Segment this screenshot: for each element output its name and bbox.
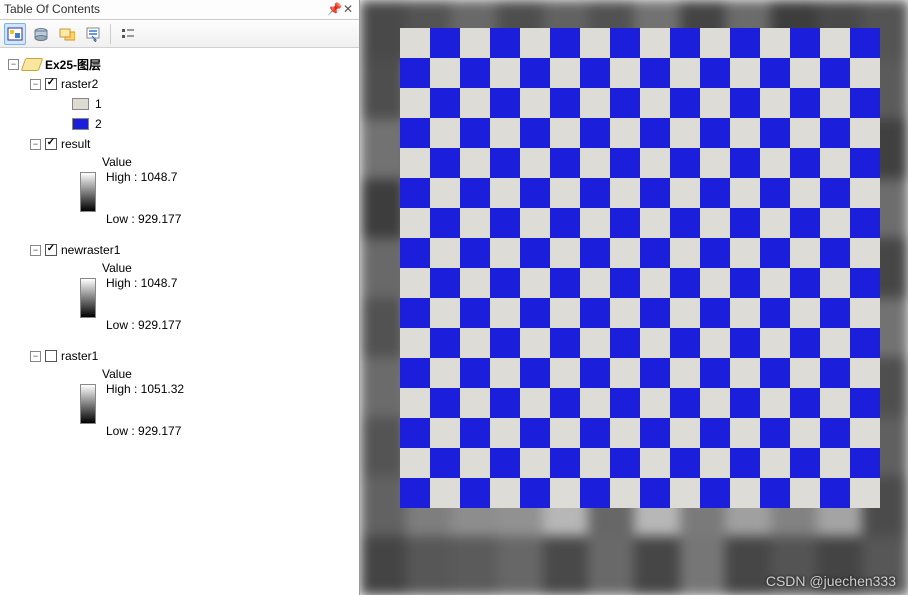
expand-toggle[interactable]: − (8, 59, 19, 70)
list-by-selection-button[interactable] (82, 23, 104, 45)
layer-name[interactable]: raster2 (61, 77, 98, 91)
stretch-low: Low : 929.177 (106, 424, 184, 438)
map-raster-checker (400, 28, 880, 508)
expand-toggle[interactable]: − (30, 351, 41, 362)
class-swatch (72, 98, 89, 110)
expand-toggle[interactable]: − (30, 139, 41, 150)
options-button[interactable] (117, 23, 139, 45)
dataframe-icon (23, 57, 41, 71)
class-label: 1 (95, 97, 102, 111)
list-by-drawing-order-button[interactable] (4, 23, 26, 45)
value-heading: Value (102, 155, 132, 169)
class-swatch (72, 118, 89, 130)
stretch-low: Low : 929.177 (106, 212, 181, 226)
stretch-ramp (80, 172, 96, 212)
expand-toggle[interactable]: − (30, 79, 41, 90)
layer-checkbox[interactable] (45, 350, 57, 362)
stretch-ramp (80, 278, 96, 318)
toc-panel-header: Table Of Contents 📌 ✕ (0, 0, 359, 20)
layer-name[interactable]: raster1 (61, 349, 98, 363)
toc-title: Table Of Contents (4, 0, 100, 19)
stretch-ramp (80, 384, 96, 424)
pin-icon[interactable]: 📌 (327, 0, 341, 19)
stretch-high: High : 1048.7 (106, 170, 181, 184)
layer-name[interactable]: newraster1 (61, 243, 120, 257)
value-heading: Value (102, 367, 132, 381)
map-view[interactable]: CSDN @juechen333 (360, 0, 908, 595)
toolbar-divider (110, 24, 111, 44)
class-label: 2 (95, 117, 102, 131)
toc-panel: Table Of Contents 📌 ✕ −Ex25-图层−raster2 (0, 0, 360, 595)
stretch-low: Low : 929.177 (106, 318, 181, 332)
close-icon[interactable]: ✕ (341, 0, 355, 19)
stretch-high: High : 1048.7 (106, 276, 181, 290)
stretch-high: High : 1051.32 (106, 382, 184, 396)
expand-toggle[interactable]: − (30, 245, 41, 256)
toc-toolbar (0, 20, 359, 48)
layer-checkbox[interactable] (45, 78, 57, 90)
list-by-source-button[interactable] (30, 23, 52, 45)
toc-tree: −Ex25-图层−raster212−resultValueHigh : 104… (0, 48, 359, 595)
list-by-visibility-button[interactable] (56, 23, 78, 45)
layer-name[interactable]: result (61, 137, 90, 151)
value-heading: Value (102, 261, 132, 275)
watermark: CSDN @juechen333 (766, 573, 896, 589)
layer-checkbox[interactable] (45, 138, 57, 150)
layer-checkbox[interactable] (45, 244, 57, 256)
dataframe-name[interactable]: Ex25-图层 (45, 56, 101, 73)
app-root: Table Of Contents 📌 ✕ −Ex25-图层−raster2 (0, 0, 908, 595)
